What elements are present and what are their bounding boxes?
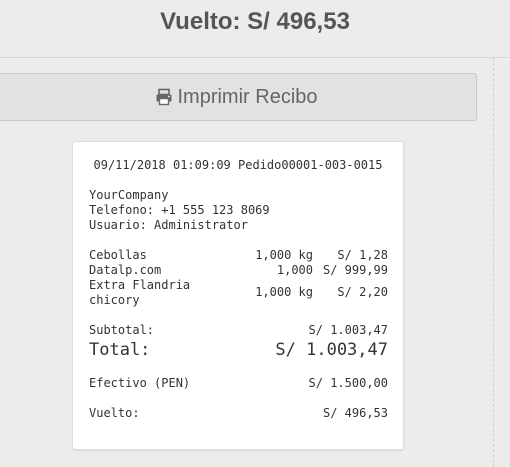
receipt-item-qty: 1,000 kg xyxy=(255,285,313,299)
receipt-item-name: Cebollas xyxy=(89,248,147,262)
change-amount-header: Vuelto: S/ 496,53 xyxy=(160,8,350,35)
total-label: Total: xyxy=(89,340,151,360)
change-value: S/ 496,53 xyxy=(322,406,388,420)
header-divider xyxy=(0,57,510,58)
panel-divider xyxy=(493,58,494,467)
receipt-user: Usuario: Administrator xyxy=(89,218,248,232)
receipt-item-price: S/ 2,20 xyxy=(337,285,388,299)
receipt-panel: 09/11/2018 01:09:09 Pedido00001-003-0015… xyxy=(72,141,404,450)
total-value: S/ 1.003,47 xyxy=(275,340,388,360)
subtotal-label: Subtotal: xyxy=(89,323,155,337)
receipt-item-price: S/ 999,99 xyxy=(322,263,388,277)
payment-amount: S/ 1.500,00 xyxy=(308,376,388,390)
receipt-item-name: Datalp.com xyxy=(89,263,162,277)
receipt-item-name: Extra Flandria xyxy=(89,278,191,292)
receipt-company: YourCompany xyxy=(89,188,169,202)
receipt-order-header: 09/11/2018 01:09:09 Pedido00001-003-0015 xyxy=(93,158,383,172)
receipt-item-price: S/ 1,28 xyxy=(337,248,388,262)
payment-method-label: Efectivo (PEN) xyxy=(89,376,191,390)
receipt-item-qty: 1,000 xyxy=(276,263,313,277)
printer-icon xyxy=(155,88,173,106)
change-label: Vuelto: xyxy=(89,406,140,420)
print-receipt-button[interactable]: Imprimir Recibo xyxy=(0,73,477,121)
receipt-phone: Telefono: +1 555 123 8069 xyxy=(89,203,270,217)
print-receipt-label: Imprimir Recibo xyxy=(177,85,318,108)
subtotal-value: S/ 1.003,47 xyxy=(308,323,388,337)
receipt-item-qty: 1,000 kg xyxy=(255,248,313,262)
receipt-item-name-continued: chicory xyxy=(89,293,140,307)
